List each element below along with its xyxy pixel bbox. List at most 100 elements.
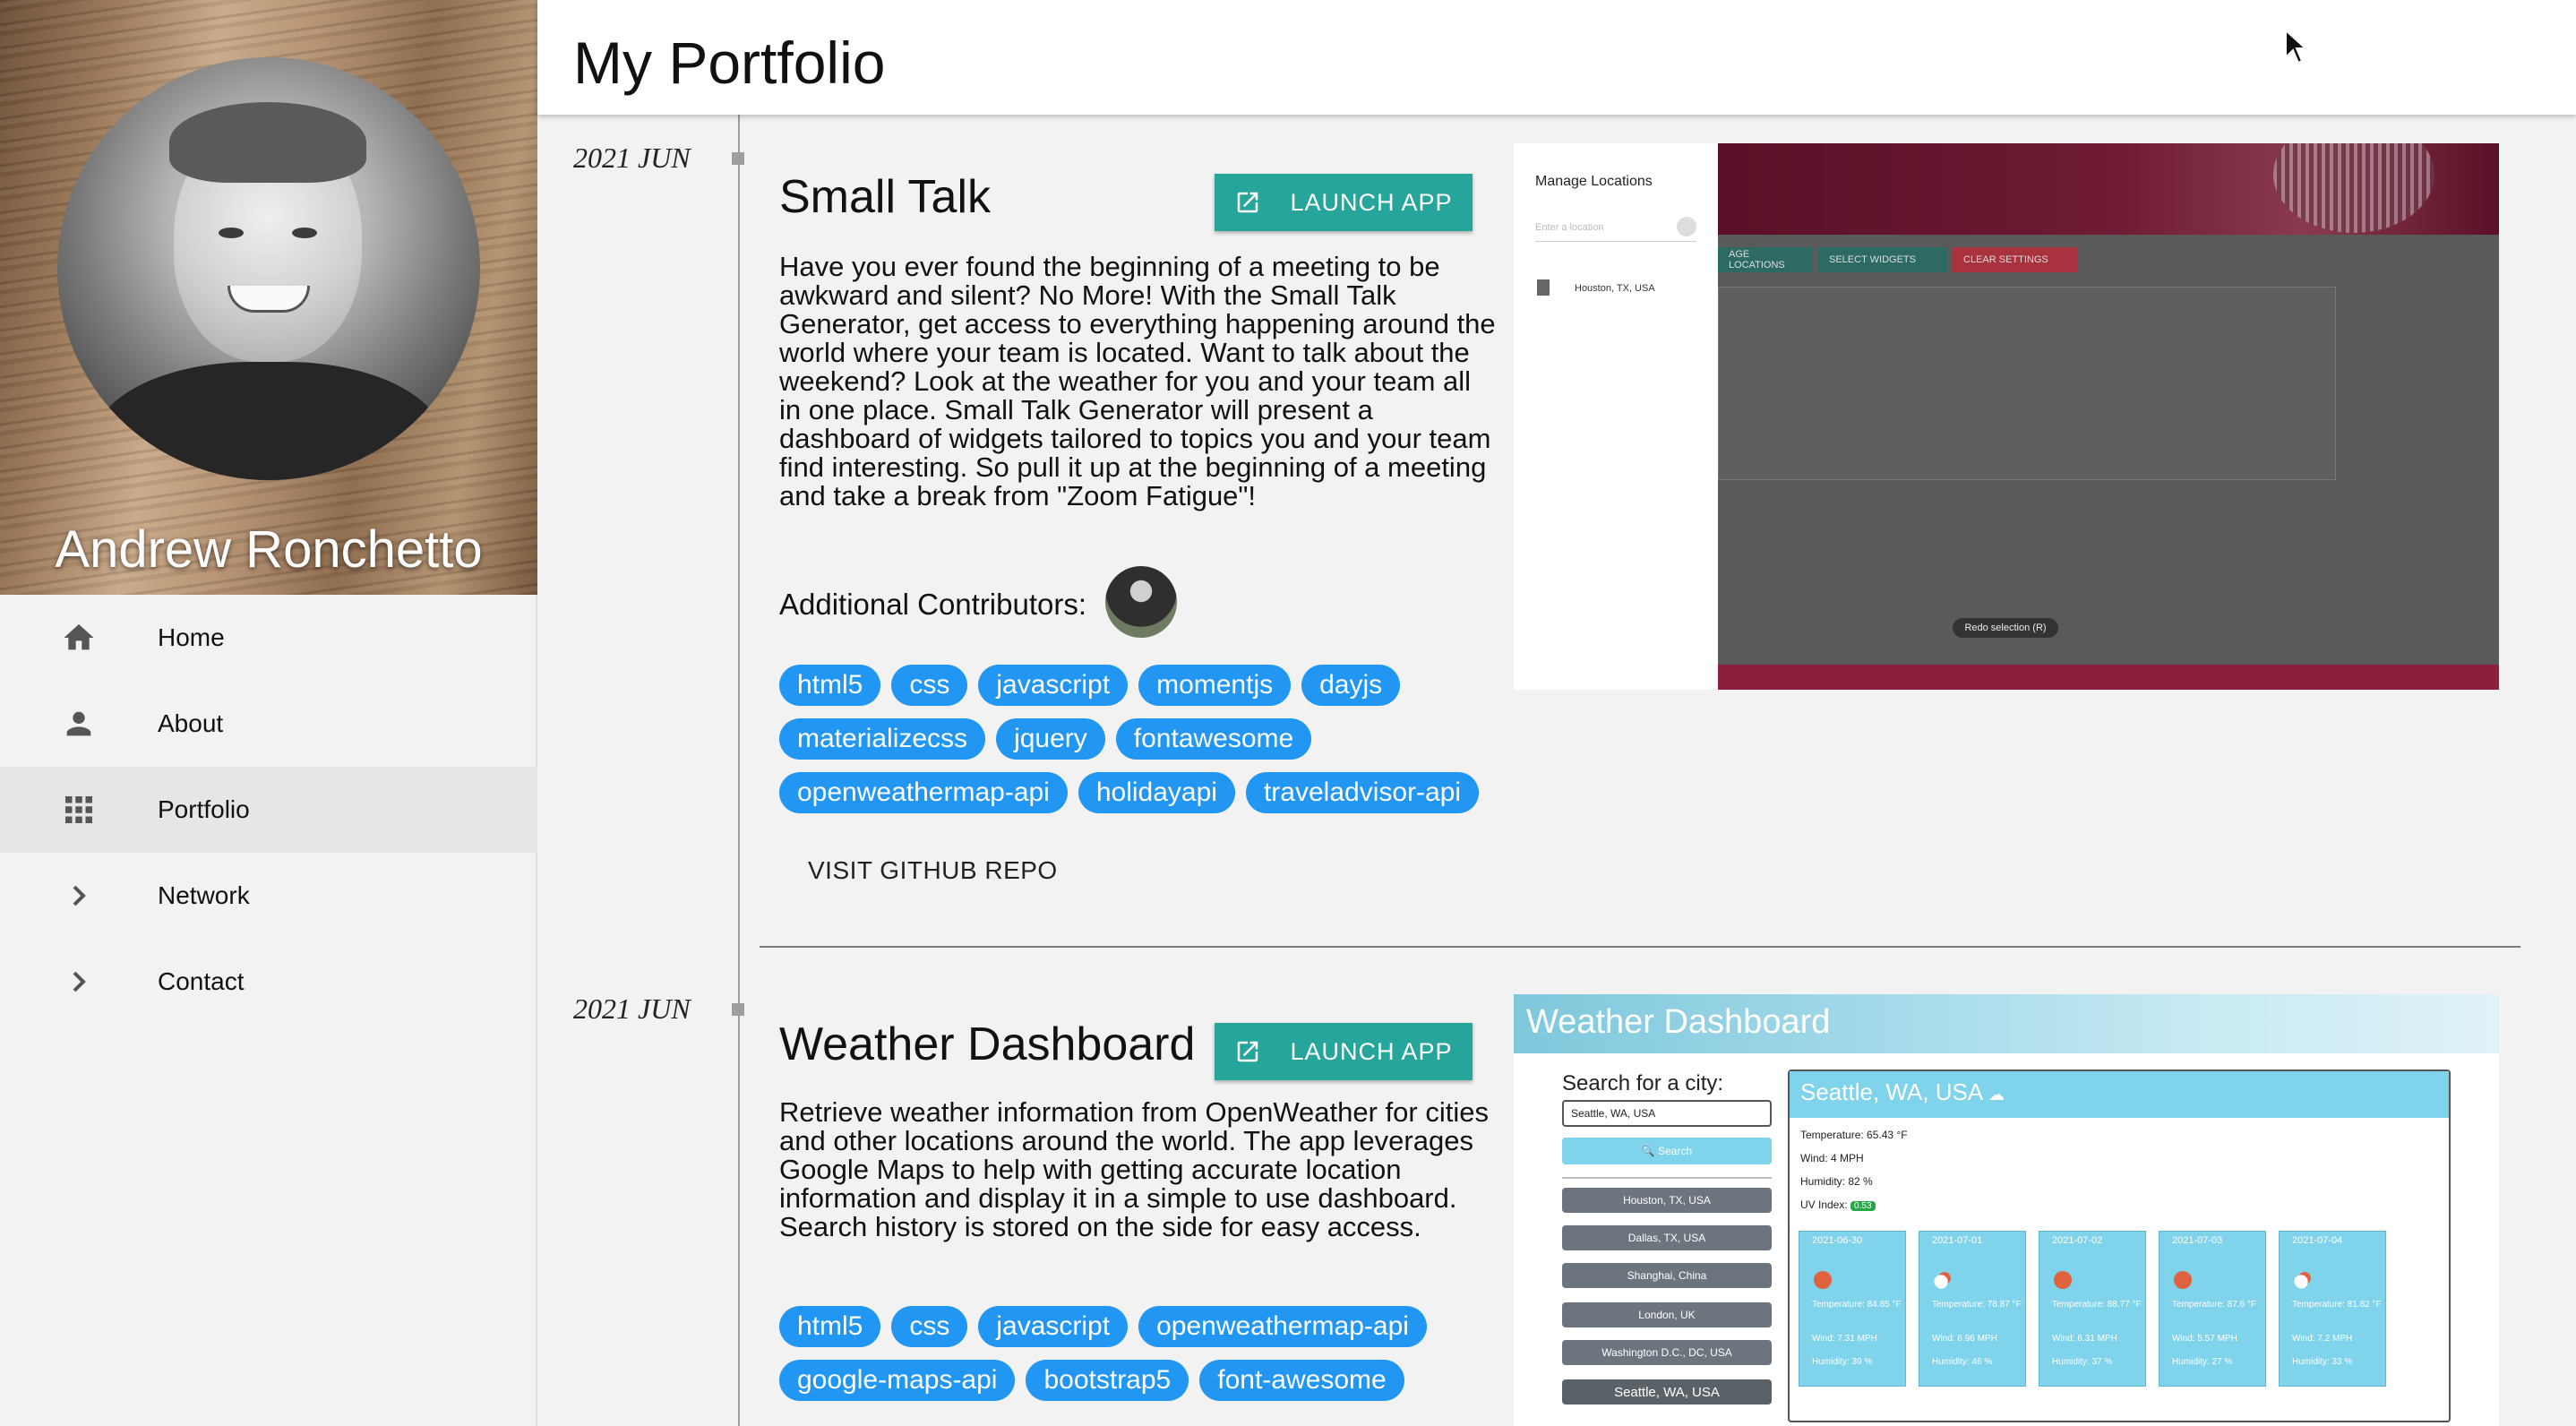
- tag-chip: fontawesome: [1115, 718, 1312, 760]
- history-divider: [1562, 1177, 1772, 1179]
- cloud-icon: ☁: [1988, 1086, 2005, 1104]
- mic-banner: [1718, 143, 2499, 235]
- tag-chip: bootstrap5: [1026, 1360, 1189, 1401]
- mouse-cursor-icon: [2284, 28, 2308, 69]
- sun-icon: [2054, 1271, 2072, 1289]
- sidebar-item-contact[interactable]: Contact: [0, 939, 537, 1025]
- tag-chip: momentjs: [1138, 665, 1292, 706]
- project-title: Weather Dashboard: [779, 1018, 1196, 1070]
- location-item: Houston, TX, USA: [1575, 283, 1655, 294]
- current-humidity: Humidity: 82 %: [1800, 1175, 1873, 1188]
- launch-app-label: LAUNCH APP: [1290, 1037, 1453, 1065]
- app-footer: [1718, 665, 2499, 690]
- profile-banner: Andrew Ronchetto: [0, 0, 537, 595]
- open-in-new-icon: [1234, 1038, 1261, 1065]
- forecast-wind: Wind: 7.2 MPH: [2292, 1334, 2353, 1344]
- sidebar-item-label: Home: [158, 623, 225, 651]
- panel-title: Manage Locations: [1535, 174, 1653, 189]
- timeline-dot: [732, 152, 744, 165]
- timeline-line: [738, 115, 740, 1426]
- forecast-wind: Wind: 5.57 MPH: [2172, 1334, 2237, 1344]
- project-description: Retrieve weather information from OpenWe…: [779, 1096, 1489, 1242]
- contributors-label: Additional Contributors:: [779, 588, 1087, 621]
- sidebar-item-network[interactable]: Network: [0, 853, 537, 939]
- tag-chip: html5: [779, 665, 881, 706]
- sidebar-item-portfolio[interactable]: Portfolio: [0, 767, 537, 853]
- avatar-eye: [292, 228, 317, 238]
- project-screenshot[interactable]: AGE LOCATIONS SELECT WIDGETS CLEAR SETTI…: [1514, 143, 2499, 690]
- launch-app-button[interactable]: LAUNCH APP: [1215, 1023, 1473, 1080]
- github-repo-link[interactable]: VISIT GITHUB REPO: [808, 856, 1058, 885]
- page-title: My Portfolio: [573, 30, 886, 96]
- partly-cloudy-icon: [1934, 1271, 1952, 1289]
- manage-locations-panel: Manage Locations Enter a location Housto…: [1514, 143, 1718, 690]
- forecast-card: 2021-07-01 Temperature: 78.87 °F Wind: 6…: [1919, 1231, 2026, 1387]
- grid-icon: [57, 788, 100, 831]
- city-search-input: Seattle, WA, USA: [1562, 1100, 1772, 1127]
- tag-chip: css: [891, 1306, 968, 1347]
- forecast-card: 2021-06-30 Temperature: 84.85 °F Wind: 7…: [1799, 1231, 1906, 1387]
- forecast-humidity: Humidity: 27 %: [2172, 1357, 2233, 1367]
- redo-selection-chip: Redo selection (R): [1953, 618, 2058, 638]
- current-city: Seattle, WA, USA ☁: [1800, 1078, 2005, 1106]
- forecast-humidity: Humidity: 37 %: [2052, 1357, 2113, 1367]
- profile-name: Andrew Ronchetto: [55, 520, 483, 579]
- tag-chip: openweathermap-api: [1138, 1306, 1427, 1347]
- avatar-shirt: [93, 362, 444, 480]
- sidebar-item-about[interactable]: About: [0, 681, 537, 767]
- current-uv: UV Index: 0.53: [1800, 1198, 1876, 1211]
- forecast-wind: Wind: 6.96 MPH: [1932, 1334, 1997, 1344]
- search-label: Search for a city:: [1562, 1071, 1724, 1095]
- sidebar-item-label: About: [158, 709, 224, 737]
- search-button-label: Search: [1658, 1145, 1693, 1157]
- tag-chip: javascript: [978, 1306, 1129, 1347]
- forecast-temp: Temperature: 84.85 °F: [1812, 1300, 1902, 1310]
- contributor-avatar[interactable]: [1105, 566, 1177, 638]
- chevron-right-icon: [57, 960, 100, 1003]
- tag-chip: html5: [779, 1306, 881, 1347]
- tag-chip: traveladvisor-api: [1245, 772, 1480, 813]
- forecast-temp: Temperature: 81.82 °F: [2292, 1300, 2382, 1310]
- tag-list: html5 css javascript openweathermap-api …: [779, 1306, 1550, 1401]
- profile-photo: [57, 57, 480, 480]
- uv-label: UV Index:: [1800, 1198, 1848, 1211]
- tag-chip: openweathermap-api: [779, 772, 1068, 813]
- launch-app-button[interactable]: LAUNCH APP: [1215, 174, 1473, 231]
- forecast-date: 2021-07-03: [2172, 1235, 2223, 1246]
- portfolio-timeline: 2021 JUN Small Talk LAUNCH APP Have you …: [537, 115, 2576, 1426]
- forecast-date: 2021-06-30: [1812, 1235, 1863, 1246]
- current-temperature: Temperature: 65.43 °F: [1800, 1129, 1908, 1141]
- forecast-humidity: Humidity: 39 %: [1812, 1357, 1873, 1367]
- avatar-hair: [169, 102, 366, 183]
- open-in-new-icon: [1234, 189, 1261, 216]
- search-button: 🔍 Search: [1562, 1138, 1772, 1164]
- forecast-wind: Wind: 6.31 MPH: [2052, 1334, 2117, 1344]
- sidebar: Andrew Ronchetto Home About Portfolio Ne…: [0, 0, 537, 1426]
- widget-area: [1718, 287, 2336, 480]
- forecast-temp: Temperature: 78.87 °F: [1932, 1300, 2022, 1310]
- avatar-eye: [219, 228, 244, 238]
- current-wind: Wind: 4 MPH: [1800, 1152, 1864, 1164]
- history-item: Seattle, WA, USA: [1562, 1379, 1772, 1405]
- forecast-card: 2021-07-04 Temperature: 81.82 °F Wind: 7…: [2279, 1231, 2386, 1387]
- project-screenshot[interactable]: Weather Dashboard Search for a city: Sea…: [1514, 994, 2499, 1426]
- forecast-humidity: Humidity: 33 %: [2292, 1357, 2353, 1367]
- trash-icon: [1537, 279, 1550, 296]
- forecast-temp: Temperature: 88.77 °F: [2052, 1300, 2142, 1310]
- sidebar-item-home[interactable]: Home: [0, 595, 537, 681]
- top-bar: My Portfolio: [537, 0, 2576, 115]
- tag-chip: holidayapi: [1078, 772, 1235, 813]
- tag-chip: materializecss: [779, 718, 986, 760]
- uv-badge: 0.53: [1850, 1201, 1876, 1211]
- forecast-humidity: Humidity: 46 %: [1932, 1357, 1993, 1367]
- tag-chip: font-awesome: [1199, 1360, 1404, 1401]
- forecast-card: 2021-07-03 Temperature: 87.6 °F Wind: 5.…: [2159, 1231, 2266, 1387]
- project-date: 2021 JUN: [573, 142, 691, 174]
- tag-chip: dayjs: [1301, 665, 1401, 706]
- project-title: Small Talk: [779, 171, 992, 223]
- select-widgets-button: SELECT WIDGETS: [1818, 247, 1947, 272]
- location-input: Enter a location: [1535, 215, 1696, 242]
- manage-locations-button: AGE LOCATIONS: [1718, 247, 1813, 272]
- project-date: 2021 JUN: [573, 992, 691, 1025]
- tag-chip: google-maps-api: [779, 1360, 1016, 1401]
